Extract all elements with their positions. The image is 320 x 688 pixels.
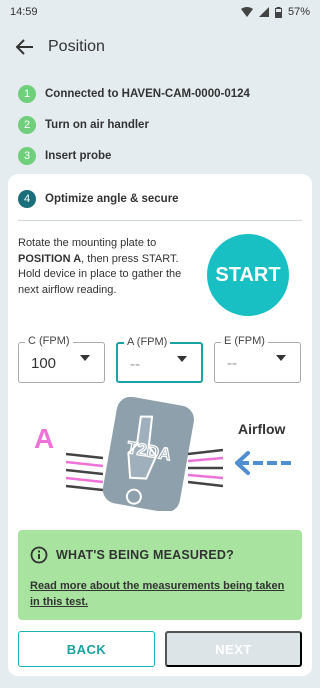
c-fpm-select[interactable]: C (FPM) 100	[18, 335, 105, 383]
current-step-card: 4 Optimize angle & secure Rotate the mou…	[8, 174, 312, 676]
battery-percent: 57%	[287, 6, 310, 18]
step-item: 3 Insert probe	[0, 140, 320, 171]
a-fpm-select[interactable]: A (FPM) --	[116, 336, 203, 383]
airflow-arrow-icon	[235, 451, 292, 475]
read-more-link[interactable]: Read more about the measurements being t…	[30, 578, 292, 610]
step-number-badge: 3	[18, 146, 36, 165]
back-arrow-icon[interactable]	[16, 39, 34, 55]
battery-icon	[274, 6, 282, 18]
field-label: A (FPM)	[124, 336, 171, 348]
field-label: E (FPM)	[221, 335, 268, 347]
field-label: C (FPM)	[25, 335, 73, 347]
position-letter: A	[34, 423, 54, 454]
wifi-icon	[240, 7, 253, 17]
chevron-down-icon	[80, 355, 90, 361]
step-number-badge: 2	[18, 115, 36, 134]
next-button[interactable]: NEXT	[165, 631, 302, 667]
field-value: --	[130, 356, 140, 373]
step-label: Connected to HAVEN-CAM-0000-0124	[45, 87, 250, 100]
step-item: 1 Connected to HAVEN-CAM-0000-0124	[0, 78, 320, 109]
info-box: WHAT'S BEING MEASURED? Read more about t…	[18, 530, 302, 620]
position-label: POSITION A	[18, 252, 82, 265]
chevron-down-icon	[177, 356, 187, 362]
field-value: 100	[31, 355, 57, 372]
instructions-text: Rotate the mounting plate to POSITION A,…	[18, 237, 182, 296]
current-step-label: Optimize angle & secure	[45, 193, 179, 205]
info-header: WHAT'S BEING MEASURED?	[30, 546, 234, 564]
e-fpm-select[interactable]: E (FPM) --	[214, 335, 301, 383]
status-time: 14:59	[10, 6, 38, 18]
step-number-badge: 1	[18, 84, 36, 103]
start-button[interactable]: START	[207, 234, 289, 316]
position-illustration: A T2DA Airflow	[34, 396, 292, 511]
step-item: 2 Turn on air handler	[0, 109, 320, 140]
flow-lines-left	[65, 452, 104, 492]
status-bar: 14:59 57%	[0, 0, 320, 24]
field-value: --	[227, 355, 237, 372]
back-button[interactable]: BACK	[18, 631, 155, 667]
flow-lines-right	[187, 448, 224, 488]
current-step-header: 4 Optimize angle & secure	[18, 190, 179, 208]
step-label: Insert probe	[45, 149, 112, 162]
airflow-label: Airflow	[238, 421, 286, 437]
chevron-down-icon	[276, 355, 286, 361]
app-bar: Position	[0, 24, 320, 70]
completed-steps: 1 Connected to HAVEN-CAM-0000-0124 2 Tur…	[0, 78, 320, 171]
info-icon	[30, 546, 48, 564]
step-label: Turn on air handler	[45, 118, 149, 131]
info-title: WHAT'S BEING MEASURED?	[56, 548, 234, 562]
signal-icon	[258, 7, 269, 17]
mounting-plate-icon: T2DA	[102, 396, 194, 511]
step-number-badge: 4	[18, 190, 36, 208]
divider	[18, 220, 302, 221]
page-title: Position	[48, 38, 105, 55]
